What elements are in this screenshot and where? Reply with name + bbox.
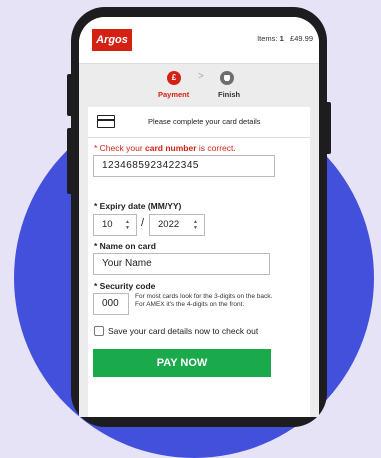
save-card-label[interactable]: Save your card details now to check out bbox=[108, 326, 258, 336]
pound-icon: £ bbox=[167, 71, 181, 85]
step-label-finish: Finish bbox=[218, 90, 241, 99]
security-code-help: For most cards look for the 3-digits on … bbox=[135, 293, 273, 308]
spinner-arrows-icon: ▲ ▼ bbox=[193, 219, 198, 231]
security-code-label: * Security code bbox=[94, 281, 156, 291]
expiry-label: * Expiry date (MM/YY) bbox=[94, 201, 182, 211]
expiry-separator: / bbox=[141, 217, 145, 229]
save-card-checkbox[interactable] bbox=[94, 326, 104, 336]
step-label-payment: Payment bbox=[158, 90, 190, 99]
expiry-year-select[interactable]: 2022 ▲ ▼ bbox=[149, 214, 205, 236]
pay-now-button[interactable]: PAY NOW bbox=[93, 349, 271, 377]
basket-summary[interactable]: Items: 1 £49.99 bbox=[257, 34, 313, 43]
card-details-form: Please complete your card details * Chec… bbox=[88, 107, 310, 417]
finish-step-icon bbox=[220, 71, 234, 85]
items-label: Items: bbox=[257, 34, 278, 43]
basket-total: £49.99 bbox=[290, 34, 313, 43]
card-details-header: Please complete your card details bbox=[88, 107, 310, 138]
checkout-progress: £ > Payment Finish bbox=[79, 63, 319, 107]
card-details-title: Please complete your card details bbox=[148, 117, 261, 126]
items-count: 1 bbox=[279, 34, 284, 43]
credit-card-icon bbox=[97, 115, 115, 128]
name-on-card-input[interactable]: Your Name bbox=[93, 253, 270, 275]
argos-logo[interactable]: Argos bbox=[92, 29, 132, 51]
card-number-error: * Check your card number is correct. bbox=[94, 143, 236, 153]
spinner-arrows-icon: ▲ ▼ bbox=[125, 219, 130, 231]
header-bar: Argos Items: 1 £49.99 bbox=[79, 17, 319, 64]
expiry-year-value: 2022 bbox=[158, 219, 180, 230]
card-number-input[interactable]: 1234685923422345 bbox=[93, 155, 275, 177]
expiry-month-select[interactable]: 10 ▲ ▼ bbox=[93, 214, 137, 236]
name-on-card-label: * Name on card bbox=[94, 241, 156, 251]
expiry-month-value: 10 bbox=[102, 219, 113, 230]
phone-screen: Argos Items: 1 £49.99 £ > Payment Finish… bbox=[79, 17, 319, 417]
chevron-right-icon: > bbox=[198, 71, 204, 82]
security-code-input[interactable]: 000 bbox=[93, 293, 129, 315]
